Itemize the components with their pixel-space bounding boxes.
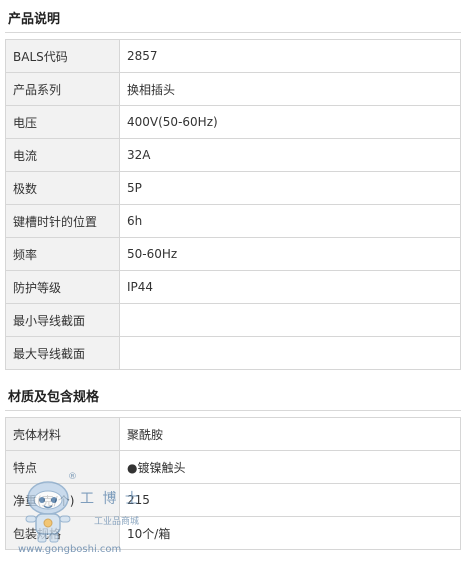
product-spec-table: BALS代码 2857 产品系列 换相插头 电压 400V(50-60Hz) 电… xyxy=(5,39,461,370)
row-value: 6h xyxy=(119,204,461,238)
product-description-section: 产品说明 BALS代码 2857 产品系列 换相插头 电压 400V(50-60… xyxy=(5,8,461,370)
row-value: 10个/箱 xyxy=(119,516,461,550)
table-row: 频率 50-60Hz xyxy=(5,237,461,271)
row-label: 特点 xyxy=(5,450,120,484)
material-spec-table: 壳体材料 聚酰胺 特点 ●镀镍触头 净重(克/个) 215 包装规格 10个/箱 xyxy=(5,417,461,550)
table-row: 极数 5P xyxy=(5,171,461,205)
row-label: 电压 xyxy=(5,105,120,139)
table-row: 特点 ●镀镍触头 xyxy=(5,450,461,484)
row-label: 壳体材料 xyxy=(5,417,120,451)
row-label: BALS代码 xyxy=(5,39,120,73)
table-row: 防护等级 IP44 xyxy=(5,270,461,304)
row-label: 防护等级 xyxy=(5,270,120,304)
row-label: 净重(克/个) xyxy=(5,483,120,517)
table-row: 最小导线截面 xyxy=(5,303,461,337)
row-label: 产品系列 xyxy=(5,72,120,106)
row-value: 聚酰胺 xyxy=(119,417,461,451)
row-value xyxy=(119,303,461,337)
table-row: 包装规格 10个/箱 xyxy=(5,516,461,550)
row-label: 频率 xyxy=(5,237,120,271)
table-row: BALS代码 2857 xyxy=(5,39,461,73)
row-value: ●镀镍触头 xyxy=(119,450,461,484)
table-row: 最大导线截面 xyxy=(5,336,461,370)
section-title: 产品说明 xyxy=(5,8,461,33)
row-value: 50-60Hz xyxy=(119,237,461,271)
table-row: 键槽时针的位置 6h xyxy=(5,204,461,238)
table-row: 电压 400V(50-60Hz) xyxy=(5,105,461,139)
table-row: 产品系列 换相插头 xyxy=(5,72,461,106)
row-value xyxy=(119,336,461,370)
table-row: 净重(克/个) 215 xyxy=(5,483,461,517)
row-label: 键槽时针的位置 xyxy=(5,204,120,238)
row-label: 极数 xyxy=(5,171,120,205)
material-spec-section: 材质及包含规格 壳体材料 聚酰胺 特点 ●镀镍触头 净重(克/个) 215 包装… xyxy=(5,386,461,550)
row-value: 5P xyxy=(119,171,461,205)
table-row: 电流 32A xyxy=(5,138,461,172)
table-row: 壳体材料 聚酰胺 xyxy=(5,417,461,451)
row-value: 2857 xyxy=(119,39,461,73)
row-value: IP44 xyxy=(119,270,461,304)
row-value: 400V(50-60Hz) xyxy=(119,105,461,139)
row-value: 215 xyxy=(119,483,461,517)
row-value: 换相插头 xyxy=(119,72,461,106)
row-label: 电流 xyxy=(5,138,120,172)
section-title: 材质及包含规格 xyxy=(5,386,461,411)
row-label: 最小导线截面 xyxy=(5,303,120,337)
row-label: 包装规格 xyxy=(5,516,120,550)
row-label: 最大导线截面 xyxy=(5,336,120,370)
row-value: 32A xyxy=(119,138,461,172)
